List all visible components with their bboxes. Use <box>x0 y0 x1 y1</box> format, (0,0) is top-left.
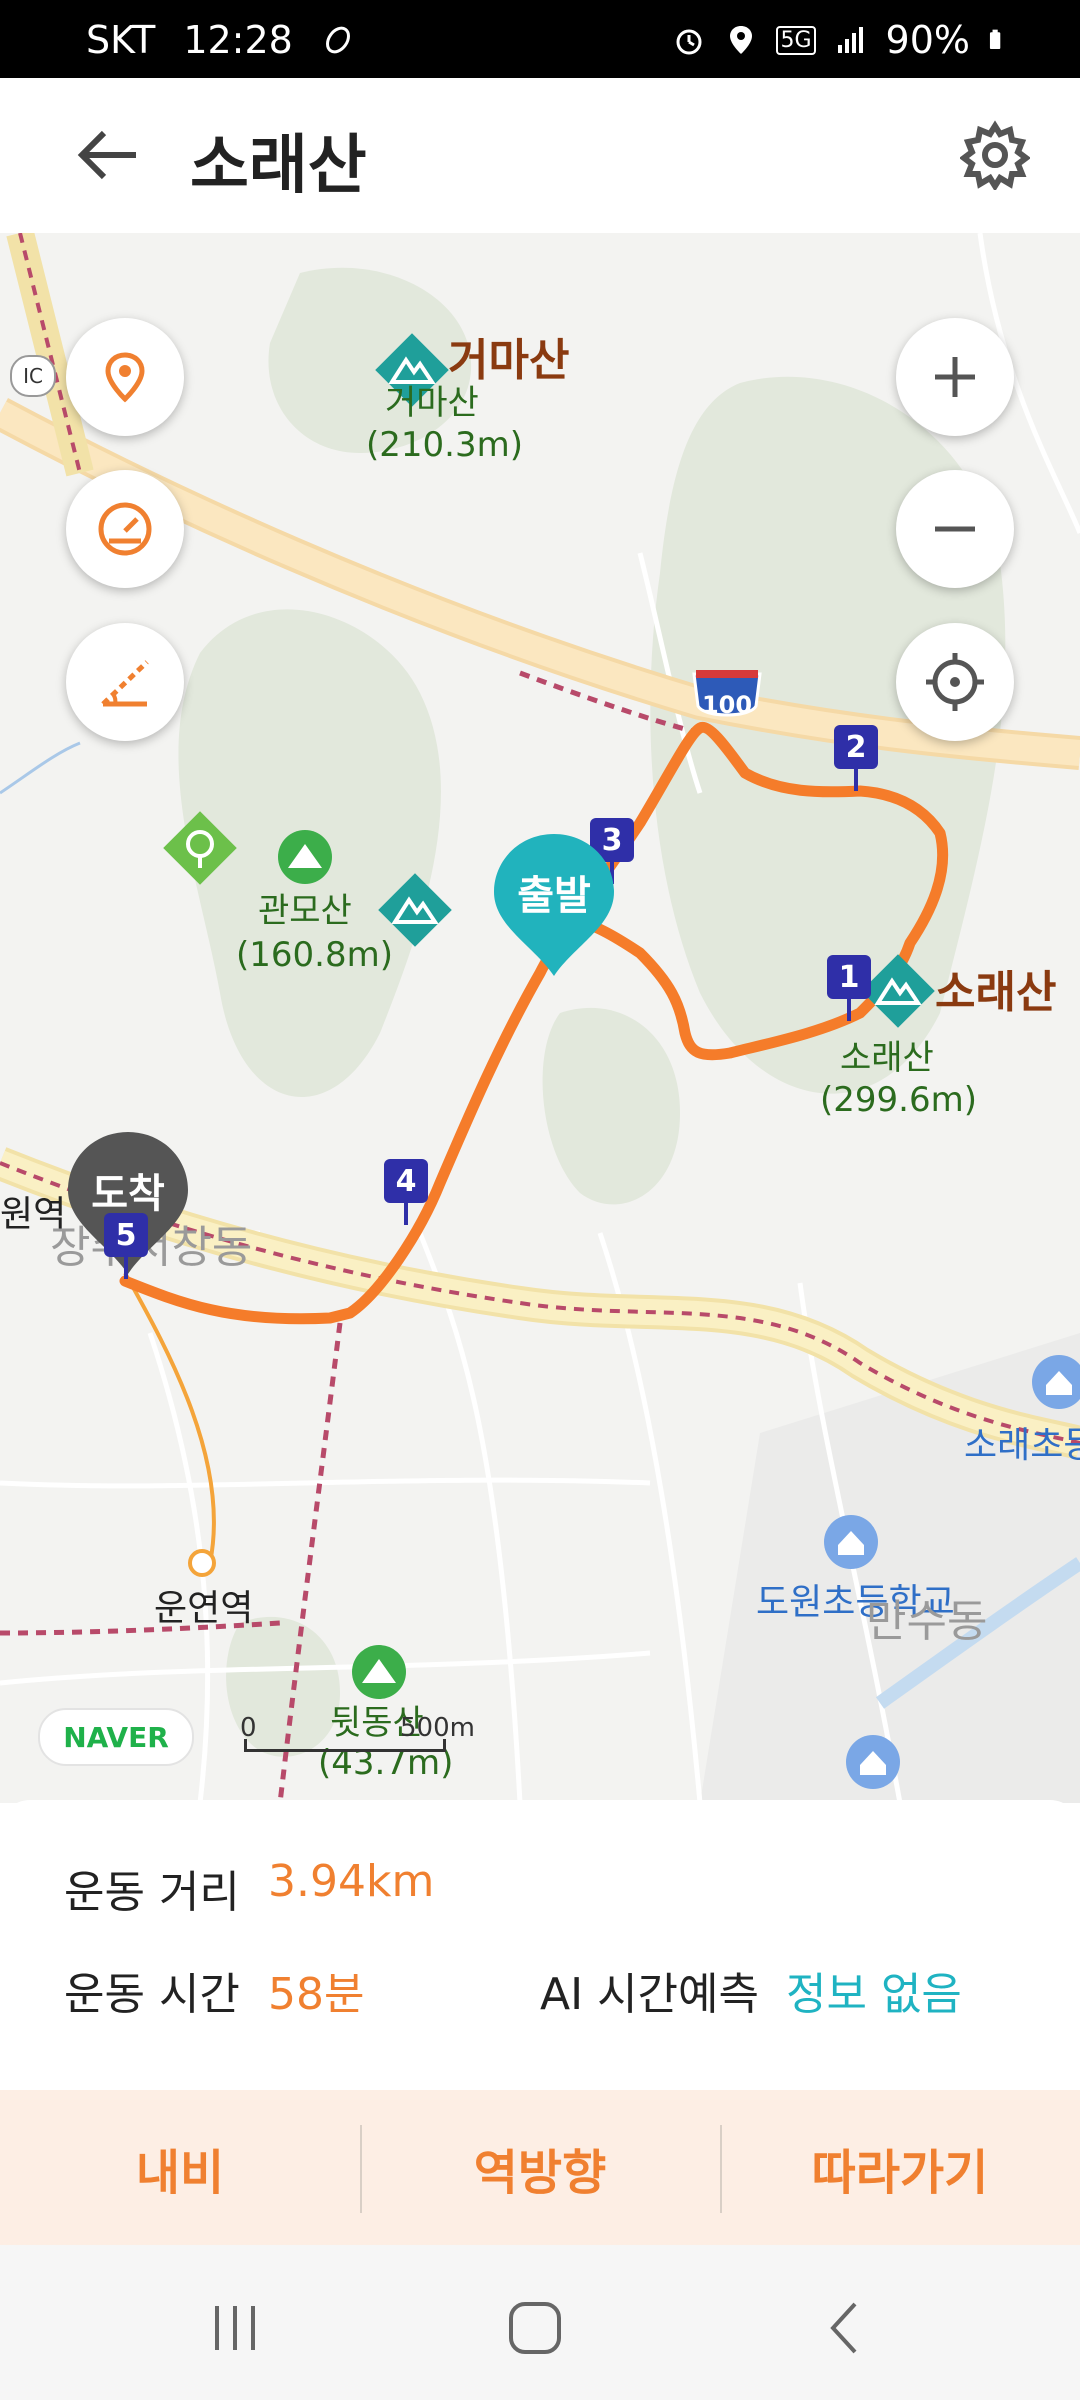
route-map[interactable]: 100 IC 거마산 거마산 (210.3m) 관모산 (160.8m) 소래산… <box>0 233 1080 1803</box>
label-sorae-school: 소래초등 <box>964 1425 1080 1466</box>
school-icon <box>1032 1355 1080 1409</box>
location-icon <box>730 26 753 54</box>
back-arrow-icon[interactable] <box>74 123 144 187</box>
peak-icon <box>352 1645 406 1699</box>
forest-icon <box>163 811 237 885</box>
distance-label: 운동 거리 <box>64 1867 240 1918</box>
label-geomasan: 거마산 <box>385 383 479 423</box>
label-soraesan-big: 소래산 <box>935 967 1057 1018</box>
measure-button[interactable] <box>66 623 184 741</box>
time-label: 운동 시간 <box>64 1969 240 2020</box>
label-geomasan-big: 거마산 <box>448 335 570 386</box>
end-marker-label: 도착 <box>91 1171 165 1217</box>
label-gwanmosan: 관모산 <box>258 891 352 931</box>
battery-percent: 90% <box>885 18 970 62</box>
app-header: 소래산 <box>0 78 1080 233</box>
time-value: 58분 <box>268 1969 365 2020</box>
crosshair-icon <box>926 653 984 711</box>
distance-value: 3.94km <box>268 1856 435 1907</box>
waypoint-1[interactable]: 1 <box>827 955 871 1021</box>
label-unyeon-station: 운연역 <box>154 1588 254 1629</box>
reverse-button[interactable]: 역방향 <box>360 2090 720 2245</box>
label-gwanmosan-height: (160.8m) <box>236 935 393 975</box>
zoom-out-button[interactable] <box>896 470 1014 588</box>
waypoint-4[interactable]: 4 <box>384 1159 428 1225</box>
clock: 12:28 <box>183 18 293 62</box>
system-navigation-bar <box>0 2245 1080 2400</box>
location-pin-button[interactable] <box>66 318 184 436</box>
naver-logo: NAVER <box>38 1708 194 1766</box>
activity-icon <box>325 26 350 54</box>
recent-apps-icon[interactable] <box>205 2300 265 2356</box>
gps-locate-button[interactable] <box>896 623 1014 741</box>
page-title: 소래산 <box>190 129 367 203</box>
label-soraesan-height: (299.6m) <box>820 1080 977 1120</box>
ai-prediction-value: 정보 없음 <box>786 1969 962 2020</box>
school-icon <box>846 1735 900 1789</box>
minus-icon <box>935 526 975 532</box>
plus-icon <box>935 357 975 397</box>
start-marker-label: 출발 <box>517 873 591 919</box>
school-icon <box>824 1515 878 1569</box>
follow-button[interactable]: 따라가기 <box>720 2090 1080 2245</box>
peak-icon <box>278 830 332 884</box>
gear-icon[interactable] <box>960 120 1030 190</box>
map-scale: 0 500m <box>240 1713 475 1753</box>
waypoint-2[interactable]: 2 <box>834 725 878 791</box>
action-bar: 내비 역방향 따라가기 <box>0 2090 1080 2245</box>
label-soraesan: 소래산 <box>840 1038 934 1078</box>
route-summary-panel: 운동 거리 3.94km 운동 시간 58분 AI 시간예측 정보 없음 <box>0 1800 1080 2090</box>
location-pin-icon <box>105 352 145 403</box>
speedometer-button[interactable] <box>66 470 184 588</box>
ai-prediction-label: AI 시간예측 <box>540 1969 759 2020</box>
speedometer-icon <box>98 502 152 556</box>
ic-badge: IC <box>10 355 56 397</box>
label-geomasan-height: (210.3m) <box>366 425 523 465</box>
alarm-icon <box>676 29 702 55</box>
battery-icon <box>989 29 1001 50</box>
signal-icon <box>837 27 863 53</box>
waypoint-5[interactable]: 5 <box>104 1213 148 1279</box>
carrier: SKT <box>86 18 156 62</box>
status-bar: SKT 12:28 5G 90% <box>0 0 1080 78</box>
label-district-right: 만수동 <box>866 1596 988 1647</box>
navi-button[interactable]: 내비 <box>0 2090 360 2245</box>
highway-number: 100 <box>701 691 753 719</box>
zoom-in-button[interactable] <box>896 318 1014 436</box>
measure-angle-icon <box>101 660 149 707</box>
network-badge: 5G <box>776 25 816 55</box>
back-nav-icon[interactable] <box>815 2300 875 2356</box>
home-icon[interactable] <box>505 2300 565 2356</box>
